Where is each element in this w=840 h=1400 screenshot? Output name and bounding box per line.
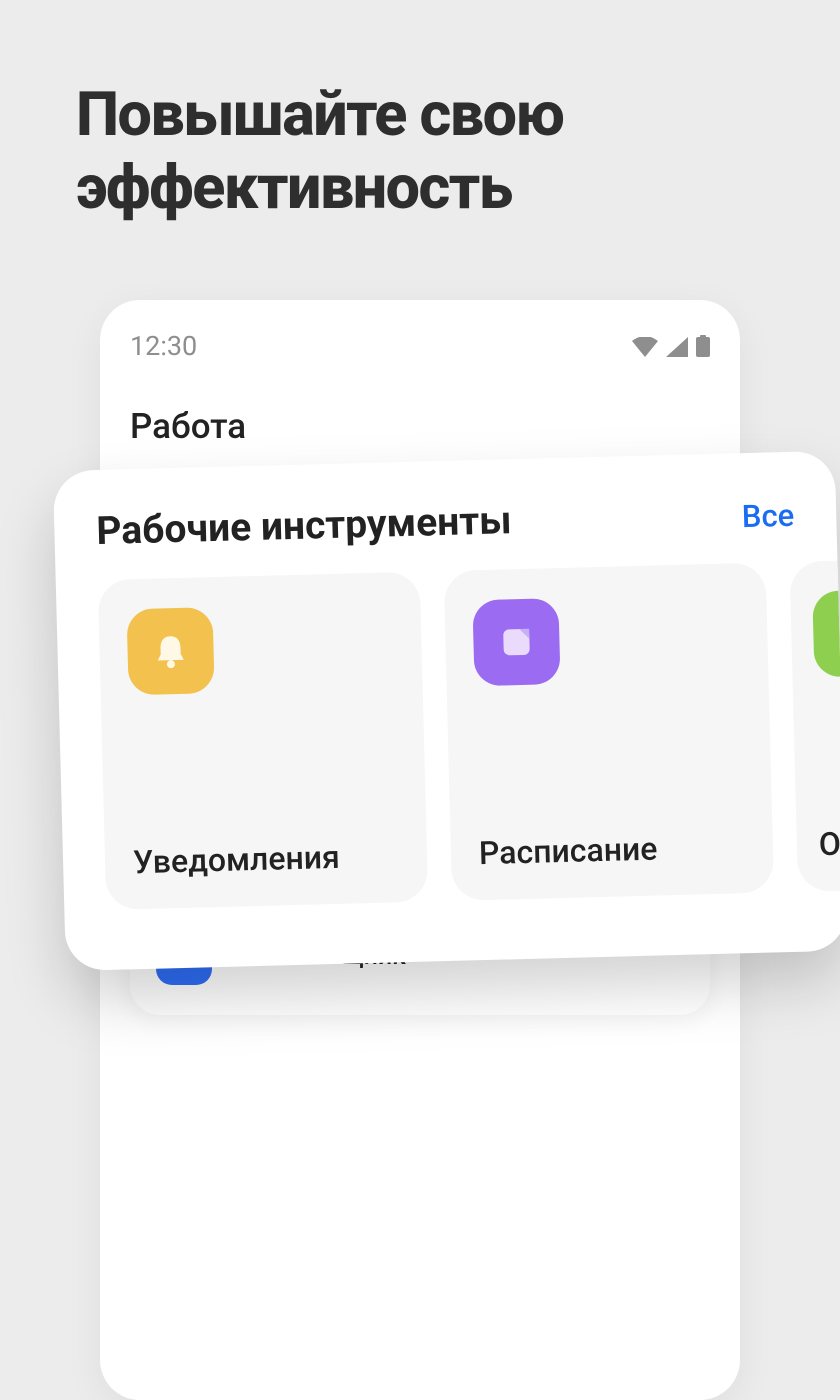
status-time: 12:30 [130, 330, 197, 362]
marketing-headline: Повышайте свою эффективность [76, 78, 780, 224]
tools-section-title: Рабочие инструменты [96, 497, 512, 554]
tool-tile-notifications[interactable]: Уведомления [98, 572, 429, 910]
status-icons [632, 335, 710, 357]
note-icon [472, 598, 560, 686]
tools-all-link[interactable]: Все [741, 497, 794, 535]
tools-row[interactable]: Уведомления Расписание О [56, 561, 840, 911]
tool-tile-partial[interactable]: О [789, 559, 840, 892]
page-title: Работа [100, 362, 740, 447]
doc-icon [812, 589, 840, 677]
wifi-icon [632, 337, 658, 357]
signal-icon [666, 337, 688, 357]
tool-tile-label: Уведомления [133, 836, 400, 881]
bell-icon [126, 607, 214, 695]
tool-tile-label: Расписание [478, 827, 745, 872]
battery-icon [696, 335, 710, 357]
tool-tile-label: О [818, 823, 840, 864]
status-bar: 12:30 [100, 300, 740, 362]
tool-tile-schedule[interactable]: Расписание [444, 563, 775, 901]
tools-card: Рабочие инструменты Все Уведомления Расп… [53, 451, 840, 971]
